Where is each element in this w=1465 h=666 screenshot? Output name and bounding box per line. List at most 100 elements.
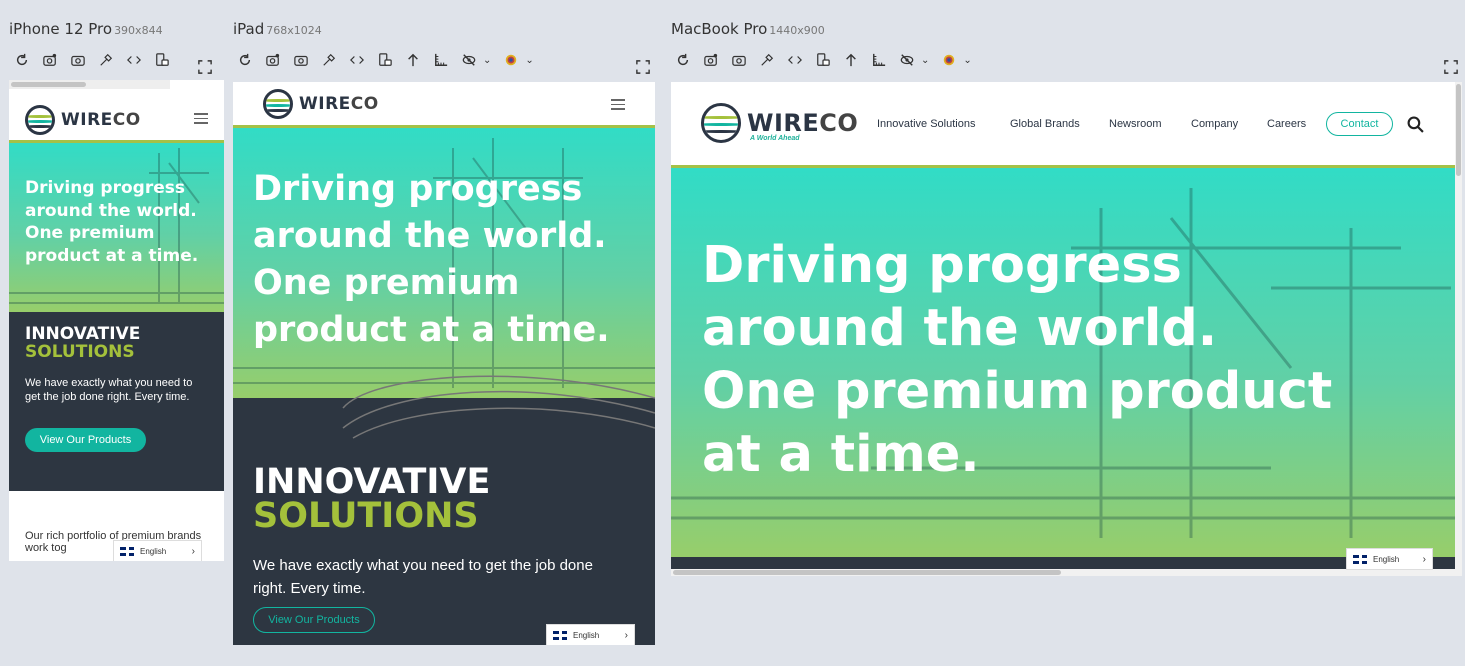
dark-section-edge — [671, 557, 1455, 569]
device-dims: 390x844 — [114, 24, 163, 37]
nav-company[interactable]: Company — [1191, 118, 1238, 130]
screenshot-settings-icon[interactable] — [40, 50, 60, 70]
eyedropper-icon[interactable] — [757, 50, 777, 70]
chevron-down-icon[interactable]: ⌄ — [963, 55, 971, 66]
logo[interactable]: WIRECO — [25, 105, 141, 135]
color-picker-icon[interactable] — [939, 50, 959, 70]
innovative-description: We have exactly what you need to get the… — [253, 557, 593, 597]
device-rotate-icon[interactable] — [152, 50, 172, 70]
refresh-icon[interactable] — [673, 50, 693, 70]
chevron-down-icon[interactable]: ⌄ — [483, 55, 491, 66]
logo-mark-icon — [701, 103, 741, 143]
hero-section: Driving progress around the world. One p… — [233, 128, 655, 398]
macbook-device-title: MacBook Pro 1440x900 — [671, 20, 825, 38]
visibility-off-icon[interactable] — [459, 50, 479, 70]
screenshot-settings-icon[interactable] — [263, 50, 283, 70]
nav-newsroom[interactable]: Newsroom — [1109, 118, 1162, 130]
horizontal-scrollbar-track — [671, 569, 1455, 576]
horizontal-scrollbar[interactable] — [11, 82, 86, 87]
device-name: iPad — [233, 20, 265, 38]
camera-icon[interactable] — [68, 50, 88, 70]
solutions-heading: SOLUTIONS — [25, 342, 135, 362]
ipad-device-title: iPad 768x1024 — [233, 20, 322, 38]
nav-global-brands[interactable]: Global Brands — [1010, 118, 1080, 130]
horizontal-scrollbar[interactable] — [673, 570, 1061, 575]
language-selector[interactable]: English › — [113, 540, 202, 561]
nav-careers[interactable]: Careers — [1267, 118, 1306, 130]
chevron-down-icon[interactable]: ⌄ — [921, 55, 929, 66]
fullscreen-icon[interactable] — [636, 60, 652, 76]
chevron-right-icon: › — [1422, 553, 1426, 565]
camera-icon[interactable] — [729, 50, 749, 70]
hamburger-menu-icon[interactable] — [611, 99, 625, 110]
nav-innovative-solutions[interactable]: Innovative Solutions — [877, 118, 975, 130]
uk-flag-icon — [1353, 554, 1367, 564]
logo-mark-icon — [263, 89, 293, 119]
device-rotate-icon[interactable] — [375, 50, 395, 70]
logo-wire: WIRE — [61, 110, 113, 130]
iphone-viewport: WIRECO Driving progress around the world… — [9, 80, 224, 561]
ruler-icon[interactable] — [869, 50, 889, 70]
hero-section: Driving progress around the world. One p… — [671, 168, 1455, 557]
site-header: WIRECO A World Ahead Innovative Solution… — [671, 82, 1462, 168]
logo-wire: WIRE — [747, 109, 820, 137]
logo-wire: WIRE — [299, 94, 351, 114]
code-icon[interactable] — [124, 50, 144, 70]
ipad-toolbar: ⌄ ⌄ — [235, 50, 544, 70]
logo-co: CO — [112, 110, 141, 130]
chevron-right-icon: › — [191, 545, 195, 557]
visibility-off-icon[interactable] — [897, 50, 917, 70]
wave-lines-decoration — [342, 375, 655, 439]
eyedropper-icon[interactable] — [96, 50, 116, 70]
innovative-description: We have exactly what you need to get the… — [25, 377, 193, 403]
device-rotate-icon[interactable] — [813, 50, 833, 70]
view-products-button[interactable]: View Our Products — [25, 428, 146, 452]
language-selector[interactable]: English › — [546, 624, 635, 645]
uk-flag-icon — [120, 546, 134, 556]
innovative-solutions-section: INNOVATIVE SOLUTIONS We have exactly wha… — [9, 312, 224, 491]
chevron-right-icon: › — [624, 629, 628, 641]
device-name: iPhone 12 Pro — [9, 20, 113, 38]
macbook-toolbar: ⌄ ⌄ — [673, 50, 982, 70]
language-selector[interactable]: English › — [1346, 548, 1433, 570]
search-icon[interactable] — [1407, 116, 1424, 133]
code-icon[interactable] — [347, 50, 367, 70]
site-header: WIRECO — [233, 82, 655, 128]
hero-headline: Driving progress around the world. One p… — [702, 236, 1333, 484]
contact-button[interactable]: Contact — [1326, 112, 1393, 136]
logo-text: WIRECO — [61, 110, 141, 130]
innovative-heading: INNOVATIVE — [25, 324, 141, 344]
logo-co: CO — [819, 109, 859, 137]
uk-flag-icon — [553, 630, 567, 640]
refresh-icon[interactable] — [235, 50, 255, 70]
color-picker-icon[interactable] — [501, 50, 521, 70]
ruler-icon[interactable] — [431, 50, 451, 70]
language-label: English — [573, 630, 600, 640]
fullscreen-icon[interactable] — [198, 60, 214, 76]
logo-text: WIRECO — [299, 94, 379, 114]
ipad-viewport: WIRECO Driving progress around the world… — [233, 82, 655, 645]
solutions-heading: SOLUTIONS — [253, 496, 479, 536]
fullscreen-icon[interactable] — [1444, 60, 1460, 76]
macbook-viewport: WIRECO A World Ahead Innovative Solution… — [671, 82, 1462, 576]
vertical-scrollbar-track — [1455, 82, 1462, 576]
screenshot-settings-icon[interactable] — [701, 50, 721, 70]
refresh-icon[interactable] — [12, 50, 32, 70]
code-icon[interactable] — [785, 50, 805, 70]
upload-icon[interactable] — [403, 50, 423, 70]
logo-tagline: A World Ahead — [750, 135, 800, 142]
logo-mark-icon — [25, 105, 55, 135]
device-name: MacBook Pro — [671, 20, 768, 38]
upload-icon[interactable] — [841, 50, 861, 70]
eyedropper-icon[interactable] — [319, 50, 339, 70]
device-dims: 1440x900 — [769, 24, 825, 37]
language-label: English — [1373, 554, 1400, 564]
hamburger-menu-icon[interactable] — [194, 113, 208, 124]
language-label: English — [140, 546, 167, 556]
logo[interactable]: WIRECO — [263, 89, 379, 119]
vertical-scrollbar[interactable] — [1456, 84, 1461, 176]
chevron-down-icon[interactable]: ⌄ — [525, 55, 533, 66]
logo-co: CO — [350, 94, 379, 114]
view-products-button[interactable]: View Our Products — [253, 607, 375, 633]
camera-icon[interactable] — [291, 50, 311, 70]
